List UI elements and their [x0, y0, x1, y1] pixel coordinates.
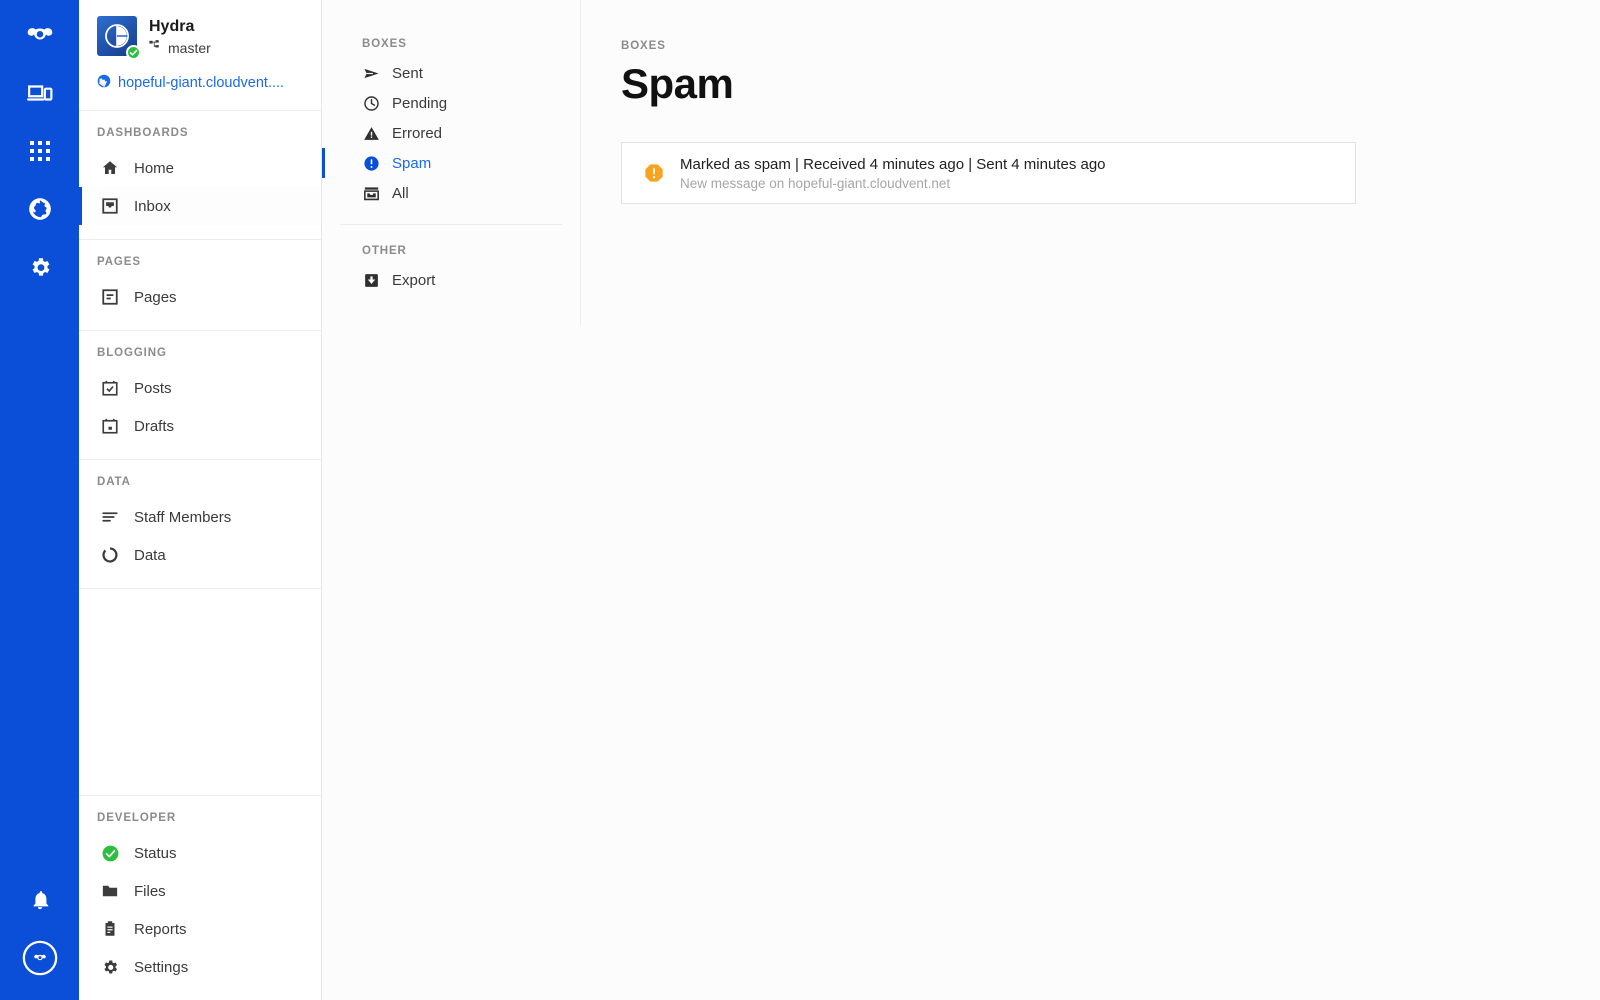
home-icon	[100, 158, 120, 178]
avatar	[97, 16, 137, 56]
gear-icon	[100, 957, 120, 977]
sidebar-item-label: Home	[134, 160, 174, 177]
data-donut-icon	[100, 545, 120, 565]
spam-warning-octagon-icon	[644, 163, 664, 183]
nav-group-title: DEVELOPER	[79, 810, 321, 834]
message-title: Marked as spam | Received 4 minutes ago …	[680, 156, 1106, 173]
sidebar-item-settings[interactable]: Settings	[79, 948, 321, 986]
message-subtitle: New message on hopeful-giant.cloudvent.n…	[680, 176, 1106, 191]
box-item-all[interactable]: All	[322, 178, 581, 208]
boxes-other-block: OTHER Export	[322, 225, 581, 295]
box-item-label: Spam	[392, 155, 431, 172]
box-item-label: Export	[392, 272, 435, 289]
sidebar: Hydra master	[79, 0, 322, 1000]
posts-calendar-check-icon	[100, 378, 120, 398]
box-item-label: Sent	[392, 65, 423, 82]
boxes-column: BOXES Sent Pending Errored Spam	[322, 0, 581, 1000]
rail-bottom-icons	[0, 880, 79, 978]
apps-grid-icon[interactable]	[20, 131, 60, 171]
site-meta: Hydra master	[149, 16, 211, 58]
sidebar-item-home[interactable]: Home	[79, 149, 321, 187]
sidebar-item-label: Reports	[134, 921, 187, 938]
export-download-box-icon	[362, 271, 380, 289]
drafts-calendar-icon	[100, 416, 120, 436]
sidebar-item-reports[interactable]: Reports	[79, 910, 321, 948]
sidebar-item-label: Status	[134, 845, 177, 862]
globe-icon[interactable]	[20, 189, 60, 229]
box-item-pending[interactable]: Pending	[322, 88, 581, 118]
site-url-text: hopeful-giant.cloudvent....	[118, 75, 284, 91]
gear-icon[interactable]	[20, 247, 60, 287]
nav-group-title: BLOGGING	[79, 345, 321, 369]
nav-group-title: DASHBOARDS	[79, 125, 321, 149]
account-circle-icon[interactable]	[20, 938, 60, 978]
sidebar-item-data[interactable]: Data	[79, 536, 321, 574]
status-check-circle-icon	[100, 843, 120, 863]
box-item-spam[interactable]: Spam	[322, 148, 581, 178]
nav-group-pages: PAGES Pages	[79, 240, 321, 331]
sidebar-item-status[interactable]: Status	[79, 834, 321, 872]
sidebar-item-staff-members[interactable]: Staff Members	[79, 498, 321, 536]
spam-exclamation-circle-icon	[362, 154, 380, 172]
sidebar-item-label: Staff Members	[134, 509, 231, 526]
boxes-other-title: OTHER	[322, 245, 581, 265]
sidebar-item-label: Drafts	[134, 418, 174, 435]
sidebar-item-label: Pages	[134, 289, 177, 306]
sidebar-item-label: Posts	[134, 380, 172, 397]
rail-top-icons	[20, 0, 60, 305]
clock-icon	[362, 94, 380, 112]
warning-triangle-icon	[362, 124, 380, 142]
globe-small-icon	[97, 74, 111, 92]
send-paper-plane-icon	[362, 64, 380, 82]
pages-icon	[100, 287, 120, 307]
site-header: Hydra master	[79, 0, 321, 111]
avatar-status-badge	[126, 45, 141, 60]
app-rail	[0, 0, 79, 1000]
sidebar-item-pages[interactable]: Pages	[79, 278, 321, 316]
nav-group-data: DATA Staff Members Data	[79, 460, 321, 589]
sidebar-item-label: Data	[134, 547, 166, 564]
inbox-tray-icon	[362, 184, 380, 202]
message-row[interactable]: Marked as spam | Received 4 minutes ago …	[621, 142, 1356, 204]
staff-list-icon	[100, 507, 120, 527]
box-item-export[interactable]: Export	[322, 265, 581, 295]
main-content: BOXES Spam Marked as spam | Received 4 m…	[581, 0, 1600, 1000]
bell-icon[interactable]	[20, 880, 60, 920]
branch-icon	[149, 38, 162, 58]
site-branch: master	[149, 38, 211, 58]
message-text: Marked as spam | Received 4 minutes ago …	[680, 156, 1106, 191]
sidebar-item-posts[interactable]: Posts	[79, 369, 321, 407]
cloud-logo-icon[interactable]	[20, 15, 60, 55]
branch-label: master	[168, 38, 211, 58]
box-item-sent[interactable]: Sent	[322, 58, 581, 88]
box-item-label: Errored	[392, 125, 442, 142]
sidebar-item-inbox[interactable]: Inbox	[79, 187, 321, 225]
sidebar-item-label: Inbox	[134, 198, 171, 215]
folder-icon	[100, 881, 120, 901]
inbox-icon	[100, 196, 120, 216]
sidebar-item-drafts[interactable]: Drafts	[79, 407, 321, 445]
box-item-label: All	[392, 185, 409, 202]
sidebar-item-label: Files	[134, 883, 166, 900]
reports-clipboard-icon	[100, 919, 120, 939]
site-name: Hydra	[149, 17, 211, 37]
sidebar-item-files[interactable]: Files	[79, 872, 321, 910]
page-title: Spam	[621, 60, 1600, 108]
sidebar-spacer	[79, 589, 321, 796]
nav-group-blogging: BLOGGING Posts Drafts	[79, 331, 321, 460]
nav-group-title: PAGES	[79, 254, 321, 278]
box-item-errored[interactable]: Errored	[322, 118, 581, 148]
nav-group-developer: DEVELOPER Status Files Reports	[79, 796, 321, 1000]
boxes-group-title: BOXES	[322, 38, 581, 58]
site-identity-row[interactable]: Hydra master	[97, 16, 303, 58]
sidebar-item-label: Settings	[134, 959, 188, 976]
site-url-link[interactable]: hopeful-giant.cloudvent....	[97, 74, 303, 92]
nav-group-title: DATA	[79, 474, 321, 498]
devices-icon[interactable]	[20, 73, 60, 113]
breadcrumb: BOXES	[621, 40, 1600, 52]
box-item-label: Pending	[392, 95, 447, 112]
nav-group-dashboards: DASHBOARDS Home Inbox	[79, 111, 321, 240]
